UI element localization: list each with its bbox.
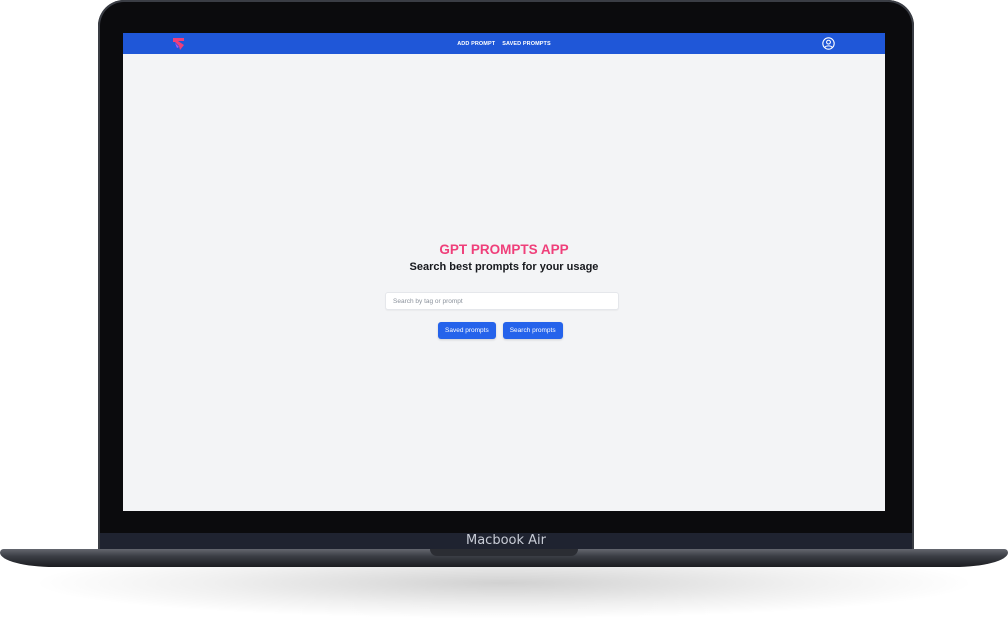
search-input[interactable] <box>385 292 619 310</box>
saved-prompts-button[interactable]: Saved prompts <box>438 322 496 339</box>
laptop-notch <box>430 549 578 556</box>
top-navbar: ADD PROMPT SAVED PROMPTS <box>123 33 885 54</box>
hero-section: GPT PROMPTS APP Search best prompts for … <box>123 241 885 275</box>
user-circle-icon[interactable] <box>822 37 835 50</box>
app-screen: ADD PROMPT SAVED PROMPTS GPT PROMPTS APP… <box>123 33 885 511</box>
nav-links: ADD PROMPT SAVED PROMPTS <box>123 33 885 54</box>
action-buttons: Saved prompts Search prompts <box>438 322 563 339</box>
app-title: GPT PROMPTS APP <box>439 242 569 257</box>
nav-link-saved-prompts[interactable]: SAVED PROMPTS <box>502 41 551 47</box>
app-subtitle: Search best prompts for your usage <box>409 261 599 273</box>
device-mockup: Macbook Air ADD PROMPT SAVED PROMPTS GPT… <box>0 0 1008 623</box>
device-label: Macbook Air <box>466 533 546 548</box>
search-prompts-button[interactable]: Search prompts <box>502 322 563 339</box>
nav-link-add-prompt[interactable]: ADD PROMPT <box>457 41 495 47</box>
